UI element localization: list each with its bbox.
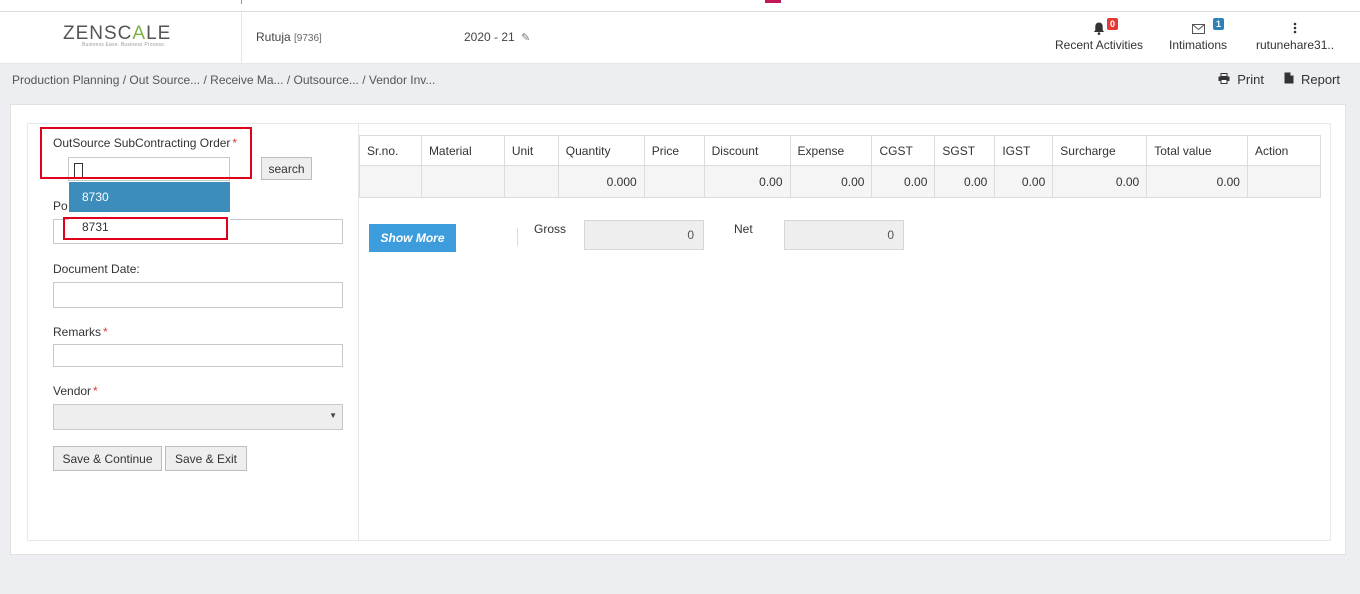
- strip-divider: [241, 0, 242, 4]
- cell-price: [643, 165, 705, 198]
- col-unit: Unit: [503, 135, 559, 166]
- posting-label: Po: [53, 199, 68, 213]
- recent-activities[interactable]: 0 Recent Activities: [1055, 18, 1144, 52]
- breadcrumb-item[interactable]: / Receive Ma...: [203, 73, 283, 87]
- cell-sgst: 0.00: [934, 165, 996, 198]
- edit-icon[interactable]: ✎: [521, 32, 530, 44]
- cell-srno: [359, 165, 422, 198]
- save-continue-button[interactable]: Save & Continue: [53, 446, 162, 471]
- net-value: 0: [784, 220, 904, 250]
- summary-divider: [517, 228, 518, 246]
- cell-unit: [503, 165, 559, 198]
- strip-tab-indicator: [765, 0, 781, 3]
- gross-label: Gross: [534, 222, 567, 236]
- envelope-icon: 1: [1169, 18, 1227, 38]
- logo-area[interactable]: ZENSCALE Business Ease. Business Process…: [0, 12, 242, 64]
- document-date-input[interactable]: [53, 282, 343, 308]
- col-material: Material: [420, 135, 505, 166]
- highlight-option: [63, 217, 228, 240]
- breadcrumb-item[interactable]: / Vendor Inv...: [362, 73, 435, 87]
- order-option[interactable]: 8730: [69, 182, 230, 212]
- user-name: Rutuja: [256, 30, 291, 44]
- bell-icon: 0: [1055, 18, 1143, 38]
- account-name: rutunehare31..: [1256, 38, 1335, 52]
- table-row: 0.000 0.00 0.00 0.00 0.00 0.00 0.00 0.00: [359, 165, 1322, 198]
- intimations-badge: 1: [1213, 18, 1225, 30]
- col-srno: Sr.no.: [359, 135, 422, 166]
- search-button[interactable]: search: [261, 157, 312, 180]
- save-exit-button[interactable]: Save & Exit: [165, 446, 247, 471]
- recent-activities-badge: 0: [1107, 18, 1119, 30]
- cell-surcharge: 0.00: [1052, 165, 1148, 198]
- vendor-select[interactable]: ▼: [53, 404, 343, 430]
- cell-quantity: 0.000: [557, 165, 645, 198]
- col-cgst: CGST: [871, 135, 936, 166]
- table-header-row: Sr.no. Material Unit Quantity Price Disc…: [359, 135, 1322, 166]
- col-discount: Discount: [703, 135, 791, 166]
- fiscal-year: 2020 - 21 ✎: [464, 30, 530, 44]
- document-icon: [1284, 72, 1297, 87]
- col-action: Action: [1246, 135, 1322, 166]
- chevron-down-icon: ▼: [329, 411, 337, 420]
- col-expense: Expense: [789, 135, 873, 166]
- document-date-label: Document Date:: [53, 262, 140, 276]
- form-container: OutSource SubContracting Order * search P…: [27, 123, 1331, 541]
- print-button[interactable]: Print: [1218, 72, 1268, 87]
- app-header: ZENSCALE Business Ease. Business Process…: [0, 12, 1360, 64]
- intimations-label: Intimations: [1169, 38, 1228, 52]
- printer-icon: [1218, 73, 1233, 87]
- remarks-input[interactable]: [53, 344, 343, 367]
- cell-igst: 0.00: [994, 165, 1054, 198]
- col-quantity: Quantity: [557, 135, 645, 166]
- cell-action: [1246, 165, 1322, 198]
- top-actions: Print Report: [1202, 72, 1340, 87]
- gross-value: 0: [584, 220, 704, 250]
- intimations[interactable]: 1 Intimations: [1169, 18, 1228, 52]
- kebab-menu-icon[interactable]: [1256, 20, 1334, 38]
- col-price: Price: [643, 135, 705, 166]
- top-strip: [0, 0, 1360, 12]
- logo-tagline: Business Ease. Business Process.: [82, 42, 166, 48]
- breadcrumb-item[interactable]: / Outsource...: [287, 73, 359, 87]
- cell-total-value: 0.00: [1146, 165, 1248, 198]
- breadcrumb: Production Planning / Out Source... / Re…: [12, 73, 435, 87]
- col-surcharge: Surcharge: [1052, 135, 1148, 166]
- form-left-column: OutSource SubContracting Order * search P…: [28, 124, 359, 540]
- report-button[interactable]: Report: [1284, 72, 1340, 87]
- cell-expense: 0.00: [789, 165, 873, 198]
- show-more-button[interactable]: Show More: [369, 224, 456, 252]
- col-total-value: Total value: [1146, 135, 1248, 166]
- cell-discount: 0.00: [703, 165, 791, 198]
- highlight-order-field: [40, 127, 252, 179]
- user-id: [9736]: [294, 33, 322, 44]
- breadcrumb-item[interactable]: Production Planning: [12, 73, 119, 87]
- col-igst: IGST: [994, 135, 1054, 166]
- col-sgst: SGST: [934, 135, 996, 166]
- main-panel: OutSource SubContracting Order * search P…: [10, 104, 1346, 555]
- net-label: Net: [734, 222, 753, 236]
- remarks-label: Remarks *: [53, 325, 108, 339]
- vendor-label: Vendor *: [53, 384, 98, 398]
- user-info: Rutuja [9736]: [256, 30, 322, 44]
- cell-cgst: 0.00: [871, 165, 936, 198]
- line-items-table: Sr.no. Material Unit Quantity Price Disc…: [359, 135, 1322, 198]
- recent-activities-label: Recent Activities: [1055, 38, 1144, 52]
- breadcrumb-item[interactable]: / Out Source...: [123, 73, 200, 87]
- cell-material: [420, 165, 505, 198]
- account-menu[interactable]: rutunehare31..: [1256, 20, 1334, 52]
- fiscal-year-value: 2020 - 21: [464, 30, 515, 44]
